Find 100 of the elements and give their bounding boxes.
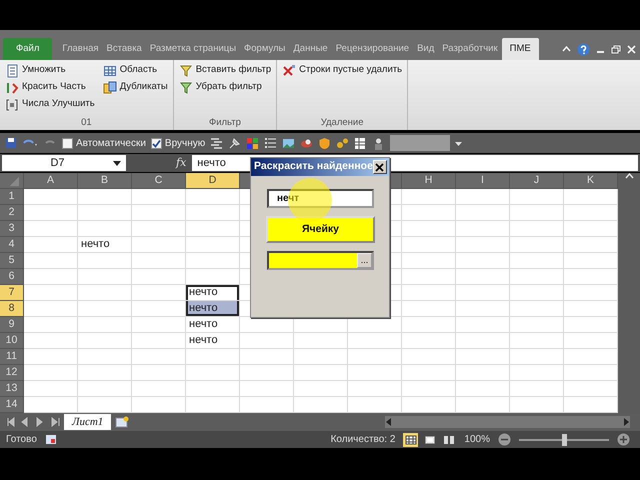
cloud-icon[interactable] — [300, 136, 314, 150]
ribbon-tab[interactable]: Разработчик — [438, 38, 502, 60]
duplicate-icon — [102, 80, 117, 94]
column-header[interactable]: A — [24, 173, 78, 189]
ribbon-tab[interactable]: Вид — [413, 38, 438, 60]
ribbon-button[interactable]: Вставить фильтр — [176, 62, 274, 79]
list-icon[interactable] — [210, 136, 224, 150]
ribbon-button[interactable]: Умножить — [3, 62, 97, 79]
brackets-icon — [5, 98, 19, 112]
horizontal-scrollbar[interactable] — [385, 416, 630, 428]
spreadsheet-cell[interactable]: нечто — [186, 333, 239, 348]
zoom-in-icon[interactable] — [617, 433, 630, 446]
group-label: 01 — [80, 116, 93, 130]
spreadsheet-cell[interactable]: нечто — [186, 317, 239, 332]
color-swatch[interactable]: ... — [267, 251, 374, 270]
color-cells-button[interactable]: Ячейку — [266, 216, 375, 243]
spreadsheet-cell[interactable]: нечто — [186, 301, 239, 316]
zoom-level[interactable]: 100% — [464, 432, 490, 447]
spreadsheet-cell[interactable]: нечто — [78, 237, 131, 252]
row-header[interactable]: 3 — [0, 221, 24, 237]
scroll-right-icon[interactable] — [622, 417, 630, 427]
checkbox-label[interactable]: Автоматически — [76, 136, 146, 150]
ribbon-button[interactable]: Область — [100, 62, 170, 79]
funnel-icon — [178, 64, 193, 78]
ribbon-tab[interactable]: Формулы — [240, 38, 290, 60]
ribbon-button[interactable]: Строки пустые удалить — [280, 62, 404, 79]
paint-icon — [5, 80, 19, 94]
vertical-scrollbar[interactable] — [618, 173, 640, 413]
row-header[interactable]: 5 — [0, 253, 24, 269]
function-button[interactable]: fx — [176, 154, 186, 172]
shield-icon[interactable] — [318, 136, 332, 150]
row-header[interactable]: 1 — [0, 189, 24, 205]
restore-icon[interactable] — [611, 44, 621, 54]
spreadsheet-cell[interactable]: нечто — [186, 285, 239, 300]
row-header[interactable]: 7 — [0, 285, 24, 301]
gears-icon[interactable] — [336, 136, 350, 150]
undo-icon[interactable] — [22, 138, 38, 148]
help-icon[interactable] — [577, 42, 590, 56]
group-label: Фильтр — [208, 116, 242, 130]
ribbon-tab[interactable]: Главная — [58, 38, 103, 60]
navigation-arrow-icon[interactable] — [49, 417, 61, 427]
file-tab[interactable]: Файл — [3, 38, 52, 60]
column-header[interactable]: B — [78, 173, 132, 189]
column-header[interactable]: I — [456, 173, 510, 189]
row-header[interactable]: 12 — [0, 365, 24, 381]
column-header[interactable]: D — [186, 173, 240, 189]
close-icon[interactable] — [627, 44, 636, 54]
dropdown-icon[interactable] — [113, 160, 121, 166]
list-icon[interactable] — [264, 136, 278, 150]
table-icon[interactable] — [354, 136, 368, 150]
group-label: Удаление — [320, 116, 364, 130]
row-header[interactable]: 13 — [0, 381, 24, 397]
row-header[interactable]: 14 — [0, 397, 24, 413]
page-icon — [424, 434, 436, 446]
landscape-icon[interactable] — [282, 136, 296, 150]
row-header[interactable]: 8 — [0, 301, 24, 317]
ribbon-button[interactable]: Красить Часть — [3, 79, 97, 96]
status-text: Готово — [6, 433, 37, 447]
row-header[interactable]: 2 — [0, 205, 24, 221]
table-icon — [102, 64, 117, 78]
scroll-left-icon[interactable] — [385, 417, 393, 427]
ribbon-button[interactable]: Убрать фильтр — [176, 79, 274, 96]
collapse-icon[interactable] — [562, 46, 571, 52]
view-button[interactable] — [403, 432, 418, 446]
name-box[interactable]: D7 — [2, 155, 126, 171]
delete-rows-icon — [282, 64, 296, 78]
ribbon-tab[interactable]: ПМЕ — [502, 38, 539, 60]
column-header[interactable]: K — [564, 173, 618, 189]
view-button[interactable] — [422, 432, 438, 446]
column-header[interactable]: H — [402, 173, 456, 189]
row-header[interactable]: 10 — [0, 333, 24, 349]
pin-icon[interactable] — [228, 136, 242, 150]
checkbox[interactable] — [150, 138, 162, 148]
ribbon-button[interactable]: Числа Улучшить — [3, 96, 97, 113]
ribbon-tab[interactable]: Вставка — [102, 38, 146, 60]
column-header[interactable]: J — [510, 173, 564, 189]
row-header[interactable]: 6 — [0, 269, 24, 285]
row-header[interactable]: 9 — [0, 317, 24, 333]
column-header[interactable]: C — [132, 173, 186, 189]
checkbox[interactable] — [62, 138, 73, 148]
checkbox-label[interactable]: Вручную — [164, 136, 206, 150]
close-button[interactable] — [372, 160, 387, 174]
zoom-out-icon[interactable] — [498, 433, 511, 446]
zoom-slider-thumb[interactable] — [562, 434, 567, 446]
sheet-tab[interactable]: Лист1 — [64, 414, 112, 430]
toolbar-field[interactable] — [390, 135, 450, 151]
ribbon-tab[interactable]: Рецензирование — [332, 38, 414, 60]
ribbon-tab[interactable]: Данные — [289, 38, 332, 60]
search-field[interactable]: нечт — [267, 189, 374, 208]
macro-record-icon[interactable] — [44, 434, 57, 445]
row-header[interactable]: 4 — [0, 237, 24, 253]
row-header[interactable]: 11 — [0, 349, 24, 365]
scroll-up-icon[interactable] — [624, 173, 634, 179]
grid-icon[interactable] — [246, 136, 260, 150]
ribbon-tab[interactable]: Разметка страницы — [146, 38, 240, 60]
checkmark-icon — [152, 138, 161, 148]
ribbon-button[interactable]: Дубликаты — [100, 79, 170, 96]
save-icon[interactable] — [5, 137, 17, 149]
browse-button[interactable]: ... — [357, 253, 372, 268]
insert-sheet-icon[interactable] — [114, 416, 130, 428]
